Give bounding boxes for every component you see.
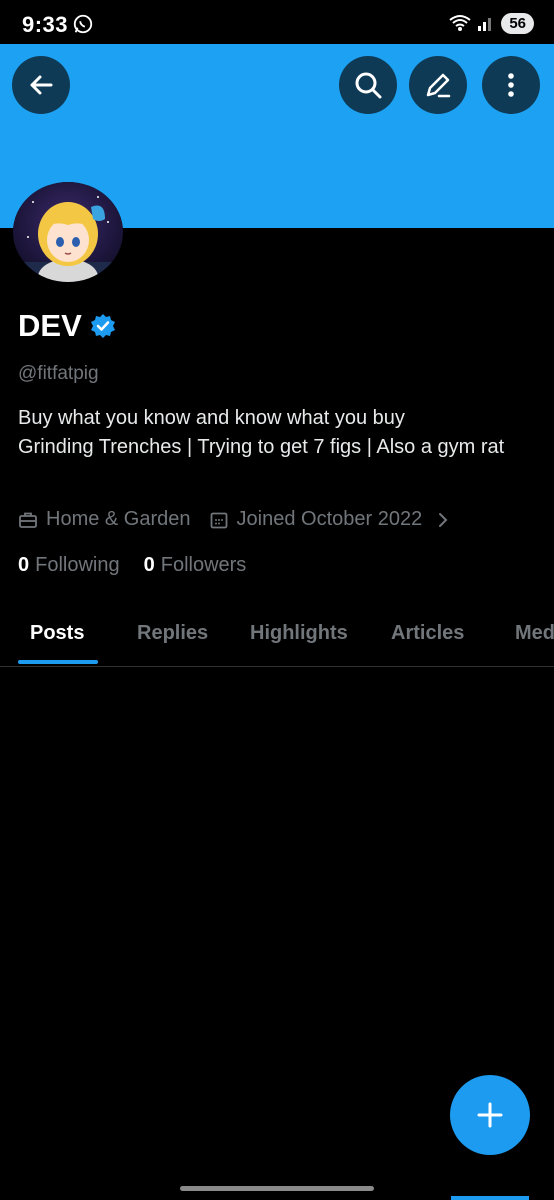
tab-articles[interactable]: Articles [391,622,464,645]
followers-label: Followers [160,554,247,576]
follow-stats: 0 Following 0 Followers [18,554,270,577]
profile-category: Home & Garden [46,508,191,530]
tab-replies[interactable]: Replies [137,622,208,645]
pencil-icon [426,73,451,98]
bottom-nav-edge [451,1196,529,1200]
avatar-image [13,182,123,282]
following-count: 0 [18,554,30,576]
signal-icon [478,18,492,31]
briefcase-icon [19,512,37,528]
search-button[interactable] [339,56,397,114]
search-icon [355,72,382,99]
back-button[interactable] [12,56,70,114]
chevron-right-icon[interactable] [436,510,450,530]
plus-icon [477,1102,503,1128]
system-icons: 56 [449,12,534,34]
followers-count: 0 [143,554,155,576]
active-tab-indicator [18,660,98,664]
verified-badge-icon [90,314,115,338]
user-handle: @fitfatpig [18,363,99,384]
profile-meta: Home & Garden Joined October 2022 [18,508,458,531]
following-link[interactable]: 0 Following [18,554,120,577]
whatsapp-icon [73,14,93,34]
compose-button[interactable] [450,1075,530,1155]
category-item: Home & Garden [18,508,191,531]
edit-profile-button[interactable] [409,56,467,114]
more-vertical-icon [508,73,514,97]
following-label: Following [35,554,120,576]
followers-link[interactable]: 0 Followers [144,554,247,577]
more-options-button[interactable] [482,56,540,114]
profile-avatar[interactable] [13,182,123,282]
tab-posts[interactable]: Posts [30,622,84,645]
profile-tabs: Posts Replies Highlights Articles Media [0,610,554,667]
tab-media[interactable]: Media [515,622,554,645]
calendar-icon [210,512,227,528]
status-time: 9:33 [22,12,69,37]
name-row: DEV [18,308,116,344]
display-name: DEV [18,308,82,343]
joined-item: Joined October 2022 [209,508,423,531]
profile-bio: Buy what you know and know what you buy … [18,407,505,458]
status-bar: 9:33 56 [0,0,554,44]
wifi-icon [449,15,471,31]
tab-highlights[interactable]: Highlights [250,622,348,645]
home-indicator[interactable] [180,1186,374,1191]
battery-level: 56 [501,12,534,34]
arrow-left-icon [30,75,53,95]
joined-date: Joined October 2022 [236,508,423,530]
